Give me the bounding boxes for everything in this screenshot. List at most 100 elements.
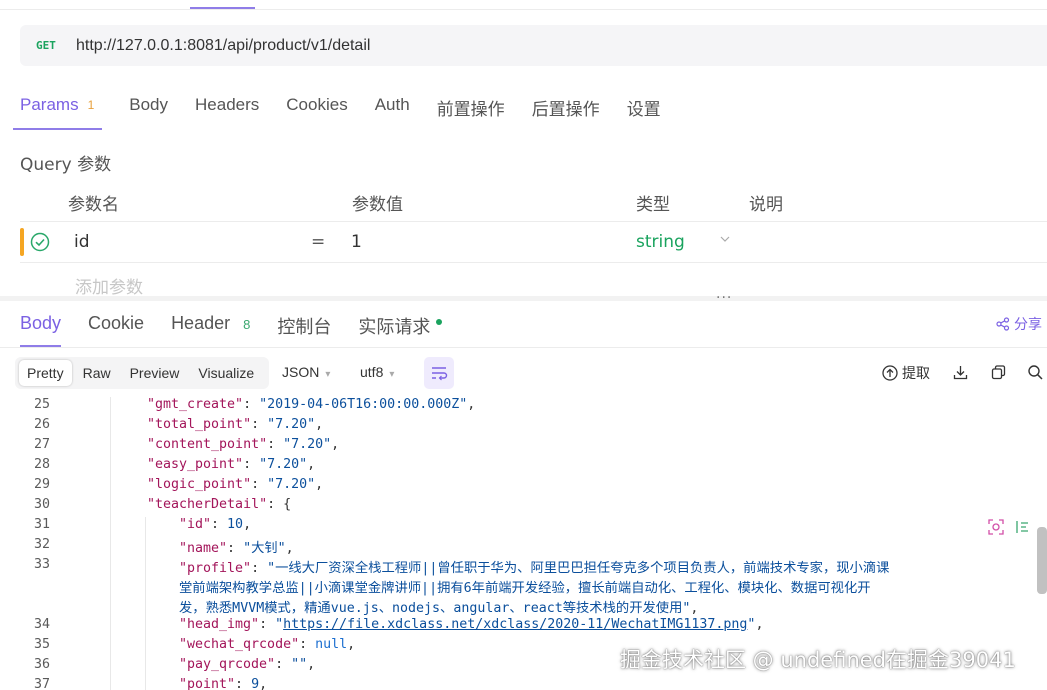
tab-response-cookie[interactable]: Cookie — [88, 302, 144, 347]
tab-params[interactable]: Params 1 — [13, 88, 103, 130]
param-type[interactable]: string — [636, 232, 685, 252]
row-drag-handle[interactable] — [20, 228, 24, 256]
json-string: "7.20" — [283, 437, 332, 452]
tab-response-header[interactable]: Header 8 — [171, 302, 250, 347]
json-punct: , — [307, 457, 316, 472]
param-name[interactable]: id — [74, 232, 90, 252]
tab-body[interactable]: Body — [129, 88, 168, 130]
download-icon[interactable] — [952, 364, 969, 381]
view-pretty[interactable]: Pretty — [19, 360, 72, 386]
json-punct: : — [275, 657, 292, 672]
tab-cookies[interactable]: Cookies — [286, 88, 347, 130]
tab-settings[interactable]: 设置 — [627, 88, 661, 130]
wrap-icon — [432, 367, 448, 381]
url-input[interactable]: http://127.0.0.1:8081/api/product/v1/det… — [76, 37, 370, 55]
json-quote: " — [275, 617, 284, 632]
header-count-badge: 8 — [243, 317, 251, 332]
line-number: 28 — [33, 457, 50, 472]
tab-post-script[interactable]: 后置操作 — [532, 88, 600, 130]
add-param-placeholder[interactable]: 添加参数 — [75, 273, 143, 298]
json-key: "point" — [179, 677, 236, 690]
tab-headers[interactable]: Headers — [195, 88, 259, 130]
json-string: "7.20" — [267, 477, 316, 492]
code-line: "profile": "一线大厂资深全栈工程师||曾任职于华为、阿里巴巴担任夸克… — [179, 557, 889, 576]
extract-label: 提取 — [902, 366, 930, 382]
top-tab-indicator — [190, 0, 255, 9]
tab-label: Header — [171, 313, 231, 333]
status-dot-icon — [436, 319, 443, 325]
line-number: 30 — [33, 497, 50, 512]
tab-auth[interactable]: Auth — [375, 88, 410, 130]
json-link[interactable]: https://file.xdclass.net/xdclass/2020-11… — [283, 617, 747, 632]
col-desc-header: 说明 — [749, 195, 783, 215]
ai-scan-icon[interactable] — [986, 517, 1006, 537]
copy-icon[interactable] — [990, 364, 1007, 381]
share-button[interactable]: 分享 — [996, 314, 1042, 334]
code-line: "logic_point": "7.20", — [147, 477, 323, 492]
json-key: "id" — [179, 517, 212, 532]
format-align-icon[interactable] — [1012, 517, 1032, 537]
code-line: "id": 10, — [179, 517, 251, 532]
json-string: "一线大厂资深全栈工程师||曾任职于华为、阿里巴巴担任夸克多个项目负责人，前端技… — [267, 561, 890, 576]
view-mode-switch: Pretty Raw Preview Visualize — [15, 357, 270, 389]
line-number: 27 — [33, 437, 50, 452]
json-string: "2019-04-06T16:00:00.000Z" — [259, 397, 468, 412]
json-key: "teacherDetail" — [147, 497, 268, 512]
param-value[interactable]: 1 — [351, 232, 362, 252]
code-line: "point": 9, — [179, 677, 267, 690]
code-line: "gmt_create": "2019-04-06T16:00:00.000Z"… — [147, 397, 475, 412]
line-number: 36 — [33, 657, 50, 672]
format-select[interactable]: JSON ▾ — [282, 364, 330, 380]
tab-console[interactable]: 控制台 — [277, 302, 331, 347]
tab-response-body[interactable]: Body — [20, 302, 62, 347]
code-line: 堂前端架构教学总监||小滴课堂金牌讲师||拥有6年前端开发经验，擅长前端自动化、… — [179, 577, 871, 596]
watermark: 掘金技术社区 @ undefined在掘金39041 — [620, 648, 1016, 672]
code-line: "easy_point": "7.20", — [147, 457, 315, 472]
json-string: "" — [291, 657, 308, 672]
tab-pre-script[interactable]: 前置操作 — [437, 88, 505, 130]
json-punct: , — [331, 437, 340, 452]
tab-label: Params — [20, 95, 79, 114]
url-bar[interactable]: GET http://127.0.0.1:8081/api/product/v1… — [20, 25, 1047, 66]
line-number: 29 — [33, 477, 50, 492]
json-punct: : — [211, 517, 228, 532]
code-line: "total_point": "7.20", — [147, 417, 323, 432]
view-preview[interactable]: Preview — [122, 360, 188, 386]
json-punct: , — [467, 397, 476, 412]
json-punct: , — [243, 517, 252, 532]
json-punct: , — [690, 601, 699, 616]
json-punct: : — [259, 617, 276, 632]
scrollbar-thumb[interactable] — [1037, 527, 1047, 594]
tab-actual-request[interactable]: 实际请求 — [358, 302, 443, 347]
share-label: 分享 — [1014, 317, 1042, 333]
json-key: "wechat_qrcode" — [179, 637, 300, 652]
wrap-lines-button[interactable] — [424, 357, 454, 389]
encoding-select[interactable]: utf8 ▾ — [360, 364, 394, 380]
http-method[interactable]: GET — [36, 39, 76, 52]
view-raw[interactable]: Raw — [75, 360, 119, 386]
json-string: "7.20" — [259, 457, 308, 472]
json-punct: , — [307, 657, 316, 672]
chevron-down-icon: ▾ — [325, 369, 331, 380]
json-punct: : — [243, 397, 260, 412]
json-punct: { — [283, 497, 292, 512]
col-value-header: 参数值 — [352, 195, 403, 215]
indent-guide — [110, 397, 111, 690]
divider — [0, 347, 1047, 348]
json-key: "gmt_create" — [147, 397, 244, 412]
json-punct: : — [299, 637, 316, 652]
encoding-value: utf8 — [360, 364, 384, 380]
view-visualize[interactable]: Visualize — [190, 360, 262, 386]
chevron-down-icon[interactable] — [720, 234, 730, 244]
check-circle-icon[interactable] — [30, 232, 50, 252]
json-key: "logic_point" — [147, 477, 252, 492]
code-line: "teacherDetail": { — [147, 497, 291, 512]
code-line: "wechat_qrcode": null, — [179, 637, 355, 652]
search-icon[interactable] — [1027, 364, 1044, 381]
extract-button[interactable]: 提取 — [882, 363, 930, 383]
splitter-handle-icon[interactable]: ··· — [716, 290, 732, 306]
pane-splitter[interactable] — [0, 296, 1047, 301]
json-punct: : — [227, 541, 244, 556]
line-number: 26 — [33, 417, 50, 432]
json-punct: , — [755, 617, 764, 632]
